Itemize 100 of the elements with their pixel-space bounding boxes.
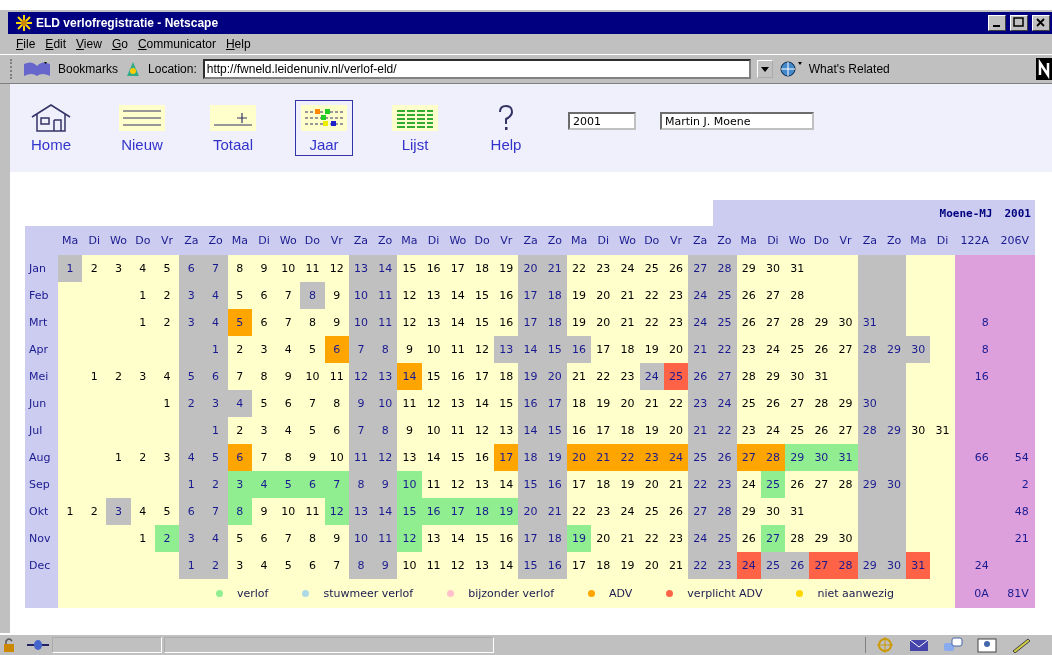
- day-cell[interactable]: 28: [712, 498, 737, 525]
- day-cell[interactable]: 27: [688, 255, 713, 282]
- day-cell[interactable]: 21: [542, 498, 567, 525]
- day-cell[interactable]: 9: [373, 552, 398, 579]
- day-cell[interactable]: 30: [857, 390, 882, 417]
- plug-icon[interactable]: [26, 637, 50, 653]
- day-cell[interactable]: 20: [518, 255, 543, 282]
- day-cell[interactable]: 17: [542, 390, 567, 417]
- day-cell[interactable]: 15: [518, 471, 543, 498]
- day-cell[interactable]: 14: [373, 498, 398, 525]
- nav-button[interactable]: Jaar: [295, 100, 353, 156]
- day-cell[interactable]: 25: [688, 444, 713, 471]
- day-cell[interactable]: 22: [688, 471, 713, 498]
- day-cell[interactable]: 25: [712, 309, 737, 336]
- day-cell[interactable]: 24: [663, 444, 689, 471]
- day-cell[interactable]: 18: [470, 498, 495, 525]
- day-cell[interactable]: 7: [324, 471, 349, 498]
- day-cell[interactable]: 18: [542, 525, 567, 552]
- nav-button[interactable]: Help: [477, 100, 535, 156]
- day-cell[interactable]: 10: [397, 471, 422, 498]
- day-cell[interactable]: 9: [373, 471, 398, 498]
- day-cell[interactable]: 31: [857, 309, 882, 336]
- day-cell[interactable]: 1: [203, 336, 228, 363]
- day-cell[interactable]: 9: [348, 390, 374, 417]
- day-cell[interactable]: 29: [857, 552, 882, 579]
- day-cell[interactable]: 22: [615, 444, 640, 471]
- day-cell[interactable]: 6: [324, 336, 349, 363]
- day-cell[interactable]: 22: [712, 336, 737, 363]
- day-cell[interactable]: 14: [397, 363, 422, 390]
- day-cell[interactable]: 2: [179, 390, 204, 417]
- day-cell[interactable]: 11: [348, 444, 374, 471]
- day-cell[interactable]: 12: [397, 525, 422, 552]
- day-cell[interactable]: 27: [760, 525, 786, 552]
- day-cell[interactable]: 25: [712, 282, 737, 309]
- day-cell[interactable]: 24: [639, 363, 664, 390]
- day-cell[interactable]: 8: [300, 282, 325, 309]
- day-cell[interactable]: 5: [179, 363, 204, 390]
- day-cell[interactable]: 24: [736, 552, 761, 579]
- day-cell[interactable]: 11: [373, 525, 398, 552]
- day-cell[interactable]: 17: [518, 282, 543, 309]
- day-cell[interactable]: 18: [542, 282, 567, 309]
- day-cell[interactable]: 5: [227, 309, 252, 336]
- day-cell[interactable]: 21: [542, 255, 567, 282]
- globe-icon[interactable]: [778, 60, 803, 78]
- day-cell[interactable]: 2: [203, 552, 228, 579]
- day-cell[interactable]: 4: [251, 471, 277, 498]
- menu-item[interactable]: Go: [111, 37, 128, 51]
- day-cell[interactable]: 18: [542, 309, 567, 336]
- day-cell[interactable]: 26: [712, 444, 737, 471]
- day-cell[interactable]: 28: [857, 417, 882, 444]
- day-cell[interactable]: 15: [542, 336, 567, 363]
- day-cell[interactable]: 15: [397, 498, 422, 525]
- day-cell[interactable]: 4: [227, 390, 252, 417]
- day-cell[interactable]: 25: [663, 363, 689, 390]
- day-cell[interactable]: 31: [833, 444, 858, 471]
- day-cell[interactable]: 6: [300, 471, 325, 498]
- maximize-button[interactable]: [1010, 15, 1028, 31]
- day-cell[interactable]: 3: [179, 525, 204, 552]
- day-cell[interactable]: 11: [373, 309, 398, 336]
- nav-button[interactable]: Lijst: [386, 100, 444, 156]
- minimize-button[interactable]: [988, 15, 1006, 31]
- day-cell[interactable]: 19: [542, 444, 567, 471]
- day-cell[interactable]: 15: [542, 417, 567, 444]
- day-cell[interactable]: 10: [348, 525, 374, 552]
- day-cell[interactable]: 27: [809, 552, 834, 579]
- day-cell[interactable]: 17: [494, 444, 519, 471]
- url-field[interactable]: http://fwneld.leidenuniv.nl/verlof-eld/: [202, 59, 751, 79]
- day-cell[interactable]: 30: [906, 336, 931, 363]
- day-cell[interactable]: 23: [639, 444, 664, 471]
- name-field[interactable]: Martin J. Moene: [660, 112, 814, 130]
- nav-button[interactable]: Nieuw: [113, 100, 171, 156]
- day-cell[interactable]: 6: [227, 444, 252, 471]
- day-cell[interactable]: 7: [203, 498, 228, 525]
- day-cell[interactable]: 13: [348, 498, 374, 525]
- day-cell[interactable]: 27: [736, 444, 761, 471]
- day-cell[interactable]: 14: [518, 417, 543, 444]
- day-cell[interactable]: 10: [373, 390, 398, 417]
- day-cell[interactable]: 19: [566, 525, 592, 552]
- day-cell[interactable]: 8: [348, 471, 374, 498]
- day-cell[interactable]: 4: [179, 444, 204, 471]
- day-cell[interactable]: 8: [348, 552, 374, 579]
- day-cell[interactable]: 12: [348, 363, 374, 390]
- day-cell[interactable]: 6: [179, 498, 204, 525]
- day-cell[interactable]: 10: [348, 282, 374, 309]
- day-cell[interactable]: 21: [591, 444, 616, 471]
- day-cell[interactable]: 10: [348, 309, 374, 336]
- day-cell[interactable]: 7: [348, 336, 374, 363]
- day-cell[interactable]: 8: [373, 336, 398, 363]
- day-cell[interactable]: 27: [712, 363, 737, 390]
- dropdown-button[interactable]: [756, 60, 773, 78]
- day-cell[interactable]: 26: [688, 363, 713, 390]
- day-cell[interactable]: 2: [203, 471, 228, 498]
- day-cell[interactable]: 7: [203, 255, 228, 282]
- day-cell[interactable]: 29: [857, 471, 882, 498]
- day-cell[interactable]: 12: [324, 498, 349, 525]
- day-cell[interactable]: 31: [906, 552, 931, 579]
- day-cell[interactable]: 23: [712, 552, 737, 579]
- day-cell[interactable]: 16: [542, 471, 567, 498]
- day-cell[interactable]: 17: [445, 498, 470, 525]
- day-cell[interactable]: 16: [542, 552, 567, 579]
